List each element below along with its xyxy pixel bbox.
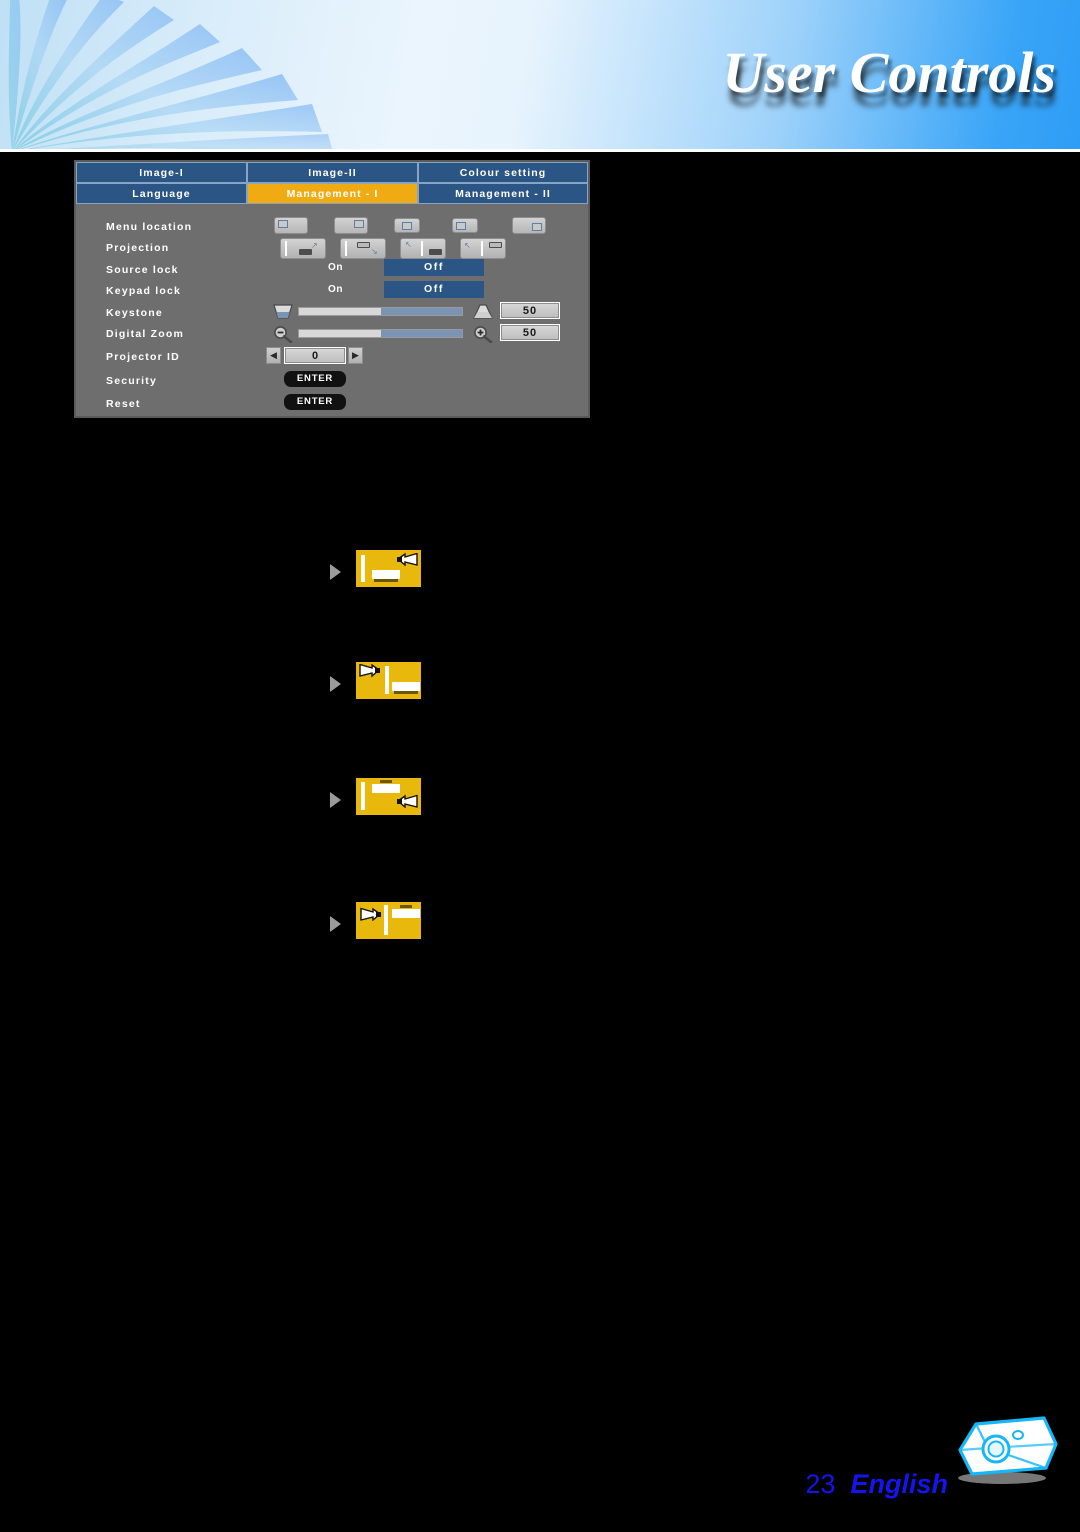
page-header-banner: User Controls User Controls: [0, 0, 1080, 152]
source-lock-on-option[interactable]: On: [328, 262, 343, 273]
projector-id-stepper: ◀ 0 ▶: [266, 346, 588, 368]
keystone-slider: 50: [266, 302, 588, 324]
tab-language[interactable]: Language: [76, 183, 247, 204]
projector-rear-desktop-icon: [356, 662, 421, 699]
reset-enter-button[interactable]: ENTER: [284, 393, 346, 410]
row-digital-zoom: Digital Zoom 50: [76, 323, 588, 346]
keypad-lock-on-option[interactable]: On: [328, 284, 343, 295]
footer-projector-logo-icon: [936, 1402, 1064, 1492]
label-digital-zoom: Digital Zoom: [106, 328, 184, 341]
keystone-narrow-icon: [472, 303, 494, 321]
bullet-triangle-icon: [330, 676, 341, 692]
row-reset: Reset ENTER: [76, 392, 588, 415]
tab-management-i[interactable]: Management - I: [247, 183, 418, 204]
projection-mode-rear-desktop: [330, 662, 450, 702]
label-projector-id: Projector ID: [106, 351, 180, 363]
bullet-triangle-icon: [330, 792, 341, 808]
menu-location-top-left-icon[interactable]: [274, 217, 308, 234]
osd-tab-row-1: Image-I Image-II Colour setting: [76, 162, 588, 183]
source-lock-toggle: On Off: [266, 259, 588, 281]
bullet-triangle-icon: [330, 564, 341, 580]
label-projection: Projection: [106, 242, 170, 255]
row-security: Security ENTER: [76, 369, 588, 392]
label-security: Security: [106, 374, 158, 387]
tab-image-ii[interactable]: Image-II: [247, 162, 418, 183]
projector-front-ceiling-icon: [356, 778, 421, 815]
projection-mode-rear-ceiling: [330, 902, 450, 942]
footer-page-label: 23 English: [805, 1469, 948, 1500]
zoom-in-icon: [472, 325, 494, 343]
security-control: ENTER: [266, 370, 588, 392]
label-source-lock: Source lock: [106, 263, 179, 276]
projection-front-ceiling-icon[interactable]: ↖: [400, 237, 446, 259]
reset-control: ENTER: [266, 393, 588, 415]
projector-id-value[interactable]: 0: [284, 347, 346, 365]
osd-tab-bar: Image-I Image-II Colour setting Language…: [76, 162, 588, 204]
footer-language: English: [850, 1469, 948, 1499]
menu-location-bottom-right-icon[interactable]: [512, 217, 546, 234]
keypad-lock-toggle: On Off: [266, 280, 588, 303]
osd-body: Menu location Projection ↗ ↘ ↖ ↖ Source …: [76, 204, 588, 423]
projection-options: ↗ ↘ ↖ ↖: [266, 237, 588, 260]
keystone-value[interactable]: 50: [500, 302, 560, 319]
row-keypad-lock: Keypad lock On Off: [76, 280, 588, 303]
bullet-triangle-icon: [330, 916, 341, 932]
footer-page-number: 23: [805, 1469, 836, 1499]
osd-menu-panel: Image-I Image-II Colour setting Language…: [74, 160, 590, 418]
row-projection: Projection ↗ ↘ ↖ ↖: [76, 237, 588, 260]
projector-rear-ceiling-icon: [356, 902, 421, 939]
label-menu-location: Menu location: [106, 220, 193, 233]
tab-colour-setting[interactable]: Colour setting: [418, 162, 588, 183]
tab-management-ii[interactable]: Management - II: [418, 183, 588, 204]
keystone-fill: [380, 308, 462, 315]
row-keystone: Keystone 50: [76, 302, 588, 324]
fan-decoration-icon: [0, 0, 520, 152]
projection-front-desktop-icon[interactable]: ↗: [280, 237, 326, 259]
projector-id-decrement-button[interactable]: ◀: [266, 347, 281, 365]
row-source-lock: Source lock On Off: [76, 259, 588, 281]
keystone-track[interactable]: [298, 307, 463, 316]
digital-zoom-slider: 50: [266, 323, 588, 346]
menu-location-top-right-icon[interactable]: [334, 217, 368, 234]
row-menu-location: Menu location: [76, 216, 588, 238]
projection-mode-front-ceiling: [330, 778, 450, 818]
page-title: User Controls: [722, 40, 1056, 105]
label-reset: Reset: [106, 397, 141, 410]
menu-location-options: [266, 216, 588, 238]
row-projector-id: Projector ID ◀ 0 ▶: [76, 345, 588, 369]
digital-zoom-track[interactable]: [298, 328, 463, 338]
projection-rear-ceiling-icon[interactable]: ↖: [460, 237, 506, 259]
label-keypad-lock: Keypad lock: [106, 285, 182, 298]
projector-id-increment-button[interactable]: ▶: [348, 347, 363, 365]
keystone-wide-icon: [272, 303, 294, 321]
security-enter-button[interactable]: ENTER: [284, 370, 346, 387]
menu-location-center-icon[interactable]: [394, 218, 420, 233]
digital-zoom-fill: [380, 329, 462, 337]
menu-location-bottom-left-icon[interactable]: [452, 218, 478, 233]
header-divider: [0, 149, 1080, 152]
projector-front-desktop-icon: [356, 550, 421, 587]
osd-tab-row-2: Language Management - I Management - II: [76, 183, 588, 204]
zoom-out-icon: [272, 325, 294, 343]
projection-rear-desktop-icon[interactable]: ↘: [340, 237, 386, 259]
tab-image-i[interactable]: Image-I: [76, 162, 247, 183]
projection-mode-front-desktop: [330, 550, 450, 590]
source-lock-off-option[interactable]: Off: [384, 259, 484, 276]
label-keystone: Keystone: [106, 306, 163, 319]
keypad-lock-off-option[interactable]: Off: [384, 280, 484, 298]
digital-zoom-value[interactable]: 50: [500, 323, 560, 341]
